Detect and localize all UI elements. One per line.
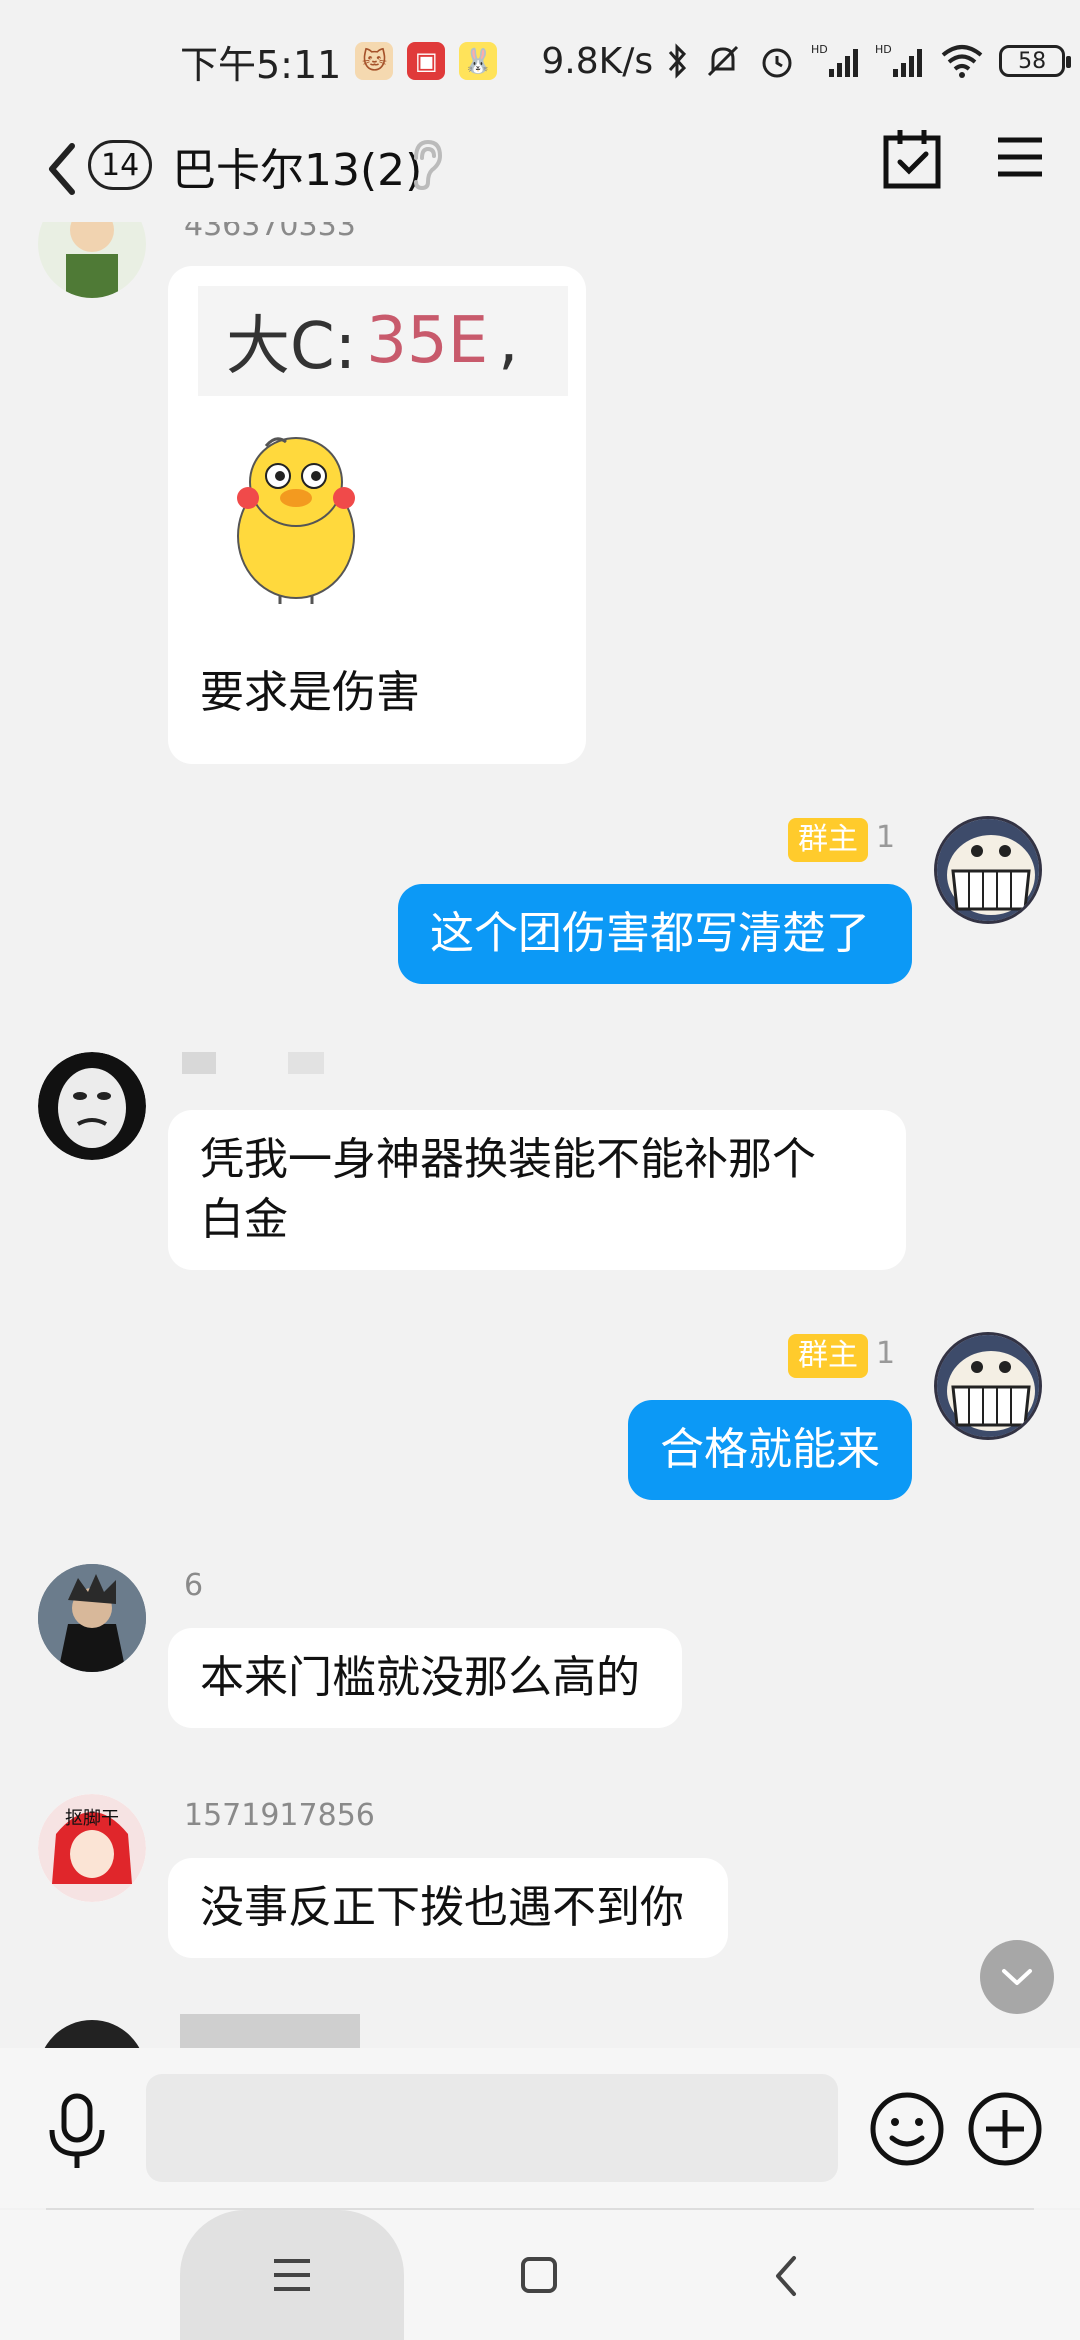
duck-sticker-icon [237, 437, 355, 604]
recents-button[interactable] [180, 2210, 404, 2340]
avatar[interactable]: 抠脚干 [38, 1794, 146, 1902]
outgoing-message-bubble[interactable]: 合格就能来 [628, 1400, 912, 1500]
back-button[interactable] [772, 2254, 800, 2298]
microphone-icon[interactable] [44, 2092, 110, 2172]
avatar[interactable] [38, 1564, 146, 1672]
bluetooth-icon [667, 43, 689, 79]
chevron-down-icon [1002, 1969, 1032, 1985]
scroll-to-bottom-button[interactable] [980, 1940, 1054, 2014]
input-bar [0, 2048, 1080, 2208]
red-app-icon: ▣ [407, 42, 446, 80]
mute-icon [703, 41, 743, 81]
wifi-icon [939, 41, 985, 81]
redacted-name-block [182, 1052, 216, 1074]
network-speed: 9.8K/s [541, 40, 654, 82]
sender-name: 1571917856 [184, 1798, 375, 1833]
home-button[interactable] [520, 2256, 558, 2294]
avatar[interactable] [38, 1052, 146, 1160]
sender-name: 6 [184, 1568, 204, 1603]
redacted-name-block [288, 1052, 324, 1074]
message-text-line: 白金 [200, 1194, 288, 1245]
avatar[interactable] [934, 1332, 1042, 1440]
image-stat-strip: 大C: 35E , [198, 286, 568, 396]
member-level: 1 [876, 820, 896, 855]
unread-count-badge[interactable]: 14 [88, 140, 153, 190]
hd-signal-icon: HD [811, 41, 861, 81]
page-title[interactable]: 巴卡尔13(2) [172, 134, 422, 198]
redacted-name-block [180, 2014, 360, 2048]
group-owner-badge: 群主 [788, 818, 868, 862]
plus-icon[interactable] [966, 2090, 1044, 2168]
status-bar: 下午5:11 🐱 ▣ 🐰 9.8K/s HD HD 58 [0, 0, 1080, 122]
hd-signal-icon: HD [875, 41, 925, 81]
calendar-check-icon[interactable] [882, 128, 942, 190]
ear-icon [414, 139, 443, 191]
image-stat-suffix: , [498, 304, 519, 378]
avatar-text: 抠脚干 [65, 1808, 119, 1829]
emoji-icon[interactable] [868, 2090, 946, 2168]
bunny-app-icon: 🐰 [459, 42, 498, 80]
image-caption: 要求是伤害 [200, 667, 420, 718]
avatar[interactable] [934, 816, 1042, 924]
incoming-message-bubble[interactable]: 凭我一身神器换装能不能补那个 白金 [168, 1110, 906, 1270]
incoming-message-bubble[interactable]: 本来门槛就没那么高的 [168, 1628, 682, 1728]
image-stat-value: 35E [366, 304, 489, 378]
incoming-message-bubble[interactable]: 没事反正下拨也遇不到你 [168, 1858, 728, 1958]
avatar[interactable] [38, 222, 146, 298]
alarm-icon [757, 41, 797, 81]
avatar[interactable] [38, 2020, 146, 2048]
message-text-line: 凭我一身神器换装能不能补那个 [200, 1134, 816, 1185]
system-nav-bar [0, 2210, 1080, 2340]
back-arrow-icon[interactable] [40, 134, 80, 204]
recents-menu-icon [274, 2259, 310, 2291]
menu-icon[interactable] [996, 136, 1044, 178]
svg-text:HD: HD [811, 43, 828, 56]
message-input[interactable] [146, 2074, 838, 2182]
message-list[interactable]: 436370333 大C: 35E , 要求是伤害 群主 1 这个团伤害都写清楚… [0, 222, 1080, 2048]
chat-header: 14 巴卡尔13(2) [0, 122, 1080, 222]
image-stat-label: 大C: [226, 310, 357, 384]
sender-name: 436370333 [184, 222, 356, 243]
status-time: 下午5:11 [180, 42, 342, 87]
outgoing-message-bubble[interactable]: 这个团伤害都写清楚了 [398, 884, 912, 984]
svg-text:HD: HD [875, 43, 892, 56]
image-message-bubble[interactable]: 大C: 35E , 要求是伤害 [168, 266, 586, 764]
member-level: 1 [876, 1336, 896, 1371]
group-owner-badge: 群主 [788, 1334, 868, 1378]
cat-app-icon: 🐱 [355, 42, 394, 80]
battery-icon: 58 [999, 45, 1072, 77]
